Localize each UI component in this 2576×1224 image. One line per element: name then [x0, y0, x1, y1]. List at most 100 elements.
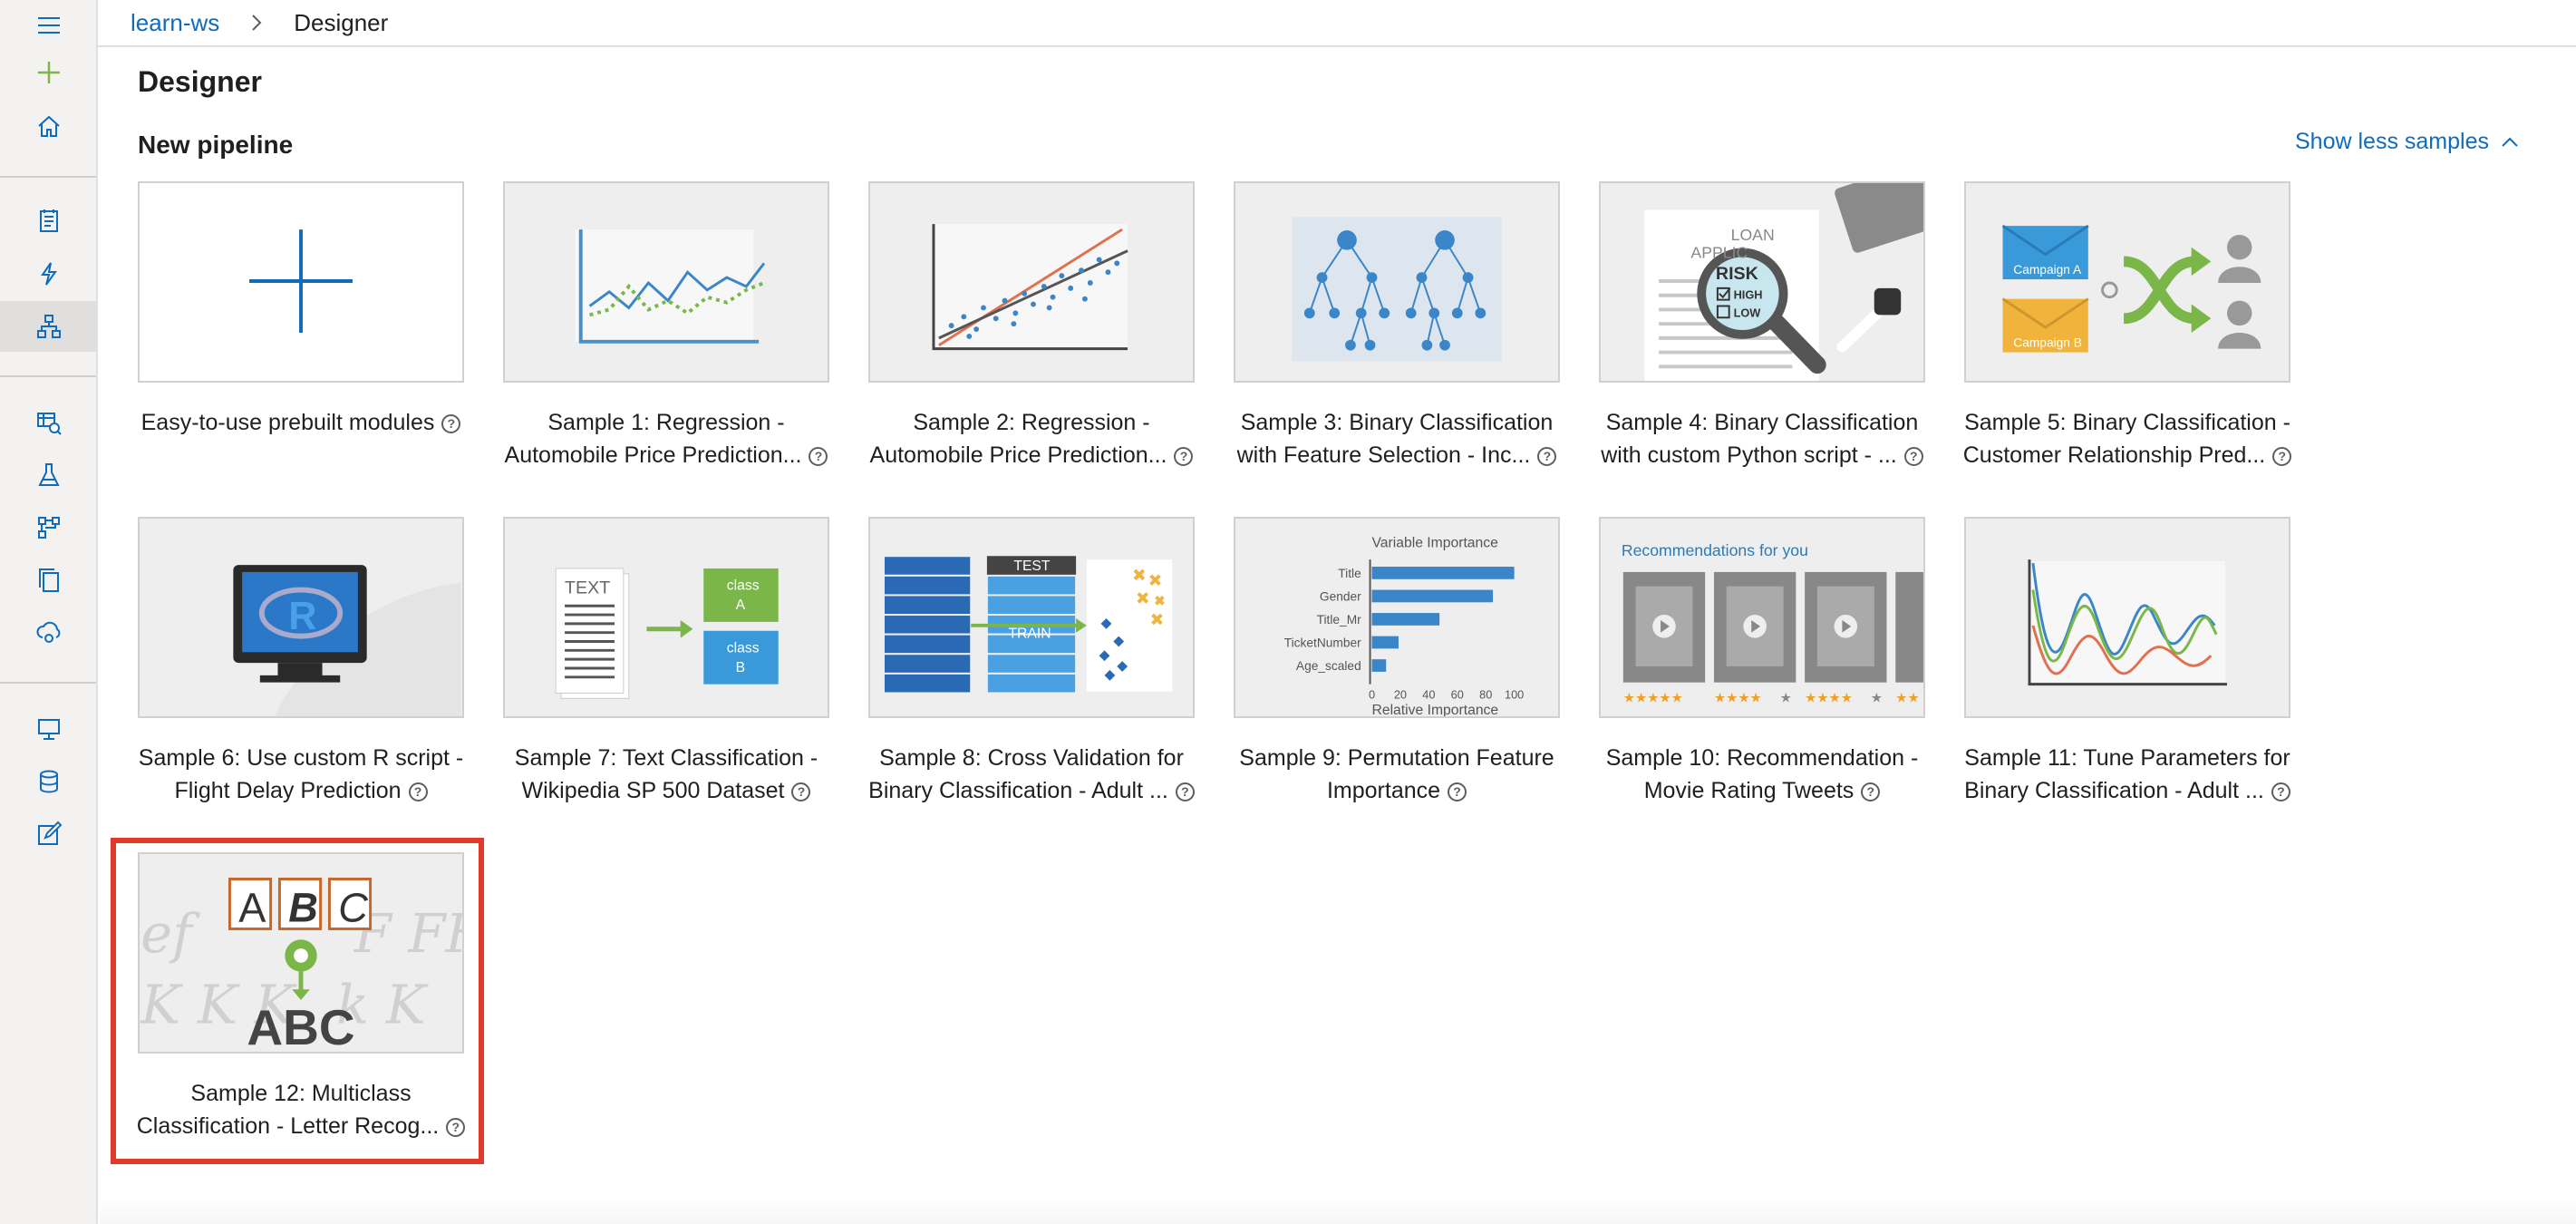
tile-caption: Sample 8: Cross Validation for Binary Cl…	[856, 742, 1207, 807]
tile-sample-11[interactable]: Sample 11: Tune Parameters for Binary Cl…	[1964, 517, 2290, 852]
tile-subtitle: with Feature Selection - Inc...	[1236, 442, 1531, 468]
tile-thumbnail: Recommendations for you ★★★★★ ★★★★ ★★★★ ★★ …	[1599, 517, 1925, 718]
plus-icon	[38, 62, 60, 83]
help-icon[interactable]: ?	[1448, 782, 1467, 801]
class-b-letter: B	[736, 660, 745, 675]
models-icon	[39, 568, 59, 592]
recommendation-thumbnail: Recommendations for you ★★★★★ ★★★★ ★★★★ ★★ …	[1622, 541, 1923, 705]
svg-text:★★★★: ★★★★	[1805, 691, 1853, 705]
tile-subtitle: Automobile Price Prediction...	[504, 442, 802, 468]
data-labeling-button[interactable]	[0, 809, 98, 860]
loan-text: LOAN	[1731, 226, 1775, 244]
menu-button[interactable]	[0, 0, 98, 51]
help-icon[interactable]: ?	[408, 782, 428, 801]
tile-prebuilt-modules[interactable]: Easy-to-use prebuilt modules?	[138, 181, 464, 517]
tile-caption: Sample 2: Regression - Automobile Price …	[856, 406, 1207, 471]
pipelines-button[interactable]	[0, 502, 98, 553]
tile-sample-8[interactable]: TEST TRAIN Sample 8: Cross Validation fo…	[868, 517, 1195, 852]
breadcrumb-workspace-link[interactable]: learn-ws	[131, 9, 219, 37]
tile-sample-9[interactable]: Variable Importance Title Gender Title_M…	[1234, 517, 1560, 852]
tile-subtitle: Flight Delay Prediction	[174, 778, 402, 803]
tile-title: Sample 11: Tune Parameters for	[1964, 745, 2290, 771]
tile-thumbnail	[1964, 517, 2290, 718]
section-title: New pipeline	[138, 131, 294, 159]
models-button[interactable]	[0, 555, 98, 606]
help-icon[interactable]: ?	[2271, 782, 2290, 801]
help-icon[interactable]: ?	[1175, 782, 1195, 801]
tile-sample-5[interactable]: Campaign A Campaign B Sample 5: Binary C…	[1962, 181, 2292, 517]
tile-sample-4[interactable]: LOAN APPLIC RISK HIGH LOW Sample 4: Bina…	[1599, 181, 1925, 517]
tile-thumbnail	[868, 181, 1195, 383]
svg-text:★★★★★: ★★★★★	[1623, 691, 1683, 705]
selection-highlight	[111, 838, 484, 1164]
tile-title: Sample 8: Cross Validation for	[879, 745, 1184, 771]
help-icon[interactable]: ?	[1174, 447, 1194, 466]
tile-sample-6[interactable]: R Sample 6: Use custom R script - Flight…	[138, 517, 464, 852]
help-icon[interactable]: ?	[791, 782, 811, 801]
help-icon[interactable]: ?	[441, 414, 461, 433]
tile-thumbnail	[1234, 181, 1560, 383]
train-label: TRAIN	[1008, 627, 1051, 642]
help-icon[interactable]: ?	[809, 447, 828, 466]
feature-label: Age_scaled	[1296, 659, 1361, 673]
compute-button[interactable]	[0, 704, 98, 754]
text-doc-label: TEXT	[565, 578, 610, 597]
high-text: HIGH	[1734, 288, 1763, 302]
labeling-icon	[38, 821, 63, 845]
tile-thumbnail: TEST TRAIN	[868, 517, 1195, 718]
loan-risk-thumbnail: LOAN APPLIC RISK HIGH LOW	[1644, 183, 1923, 381]
risk-text: RISK	[1716, 264, 1758, 284]
tile-subtitle: Customer Relationship Pred...	[1962, 442, 2266, 468]
help-icon[interactable]: ?	[1903, 447, 1923, 466]
class-b-label: class	[727, 640, 760, 656]
page-title: Designer	[138, 65, 262, 98]
tile-title: Sample 10: Recommendation -	[1605, 745, 1919, 771]
tile-subtitle: Wikipedia SP 500 Dataset	[521, 778, 785, 803]
tile-title: Sample 5: Binary Classification -	[1964, 410, 2290, 435]
tile-title: Sample 7: Text Classification -	[514, 745, 818, 771]
campaign-b-text: Campaign B	[2013, 336, 2082, 350]
home-icon	[38, 115, 60, 137]
tile-title: Sample 3: Binary Classification	[1240, 410, 1554, 435]
breadcrumb: learn-ws Designer	[98, 0, 2576, 47]
datastores-icon	[40, 770, 58, 793]
tile-sample-2[interactable]: Sample 2: Regression - Automobile Price …	[868, 181, 1195, 517]
tile-subtitle: Movie Rating Tweets	[1643, 778, 1855, 803]
rail-divider	[0, 375, 96, 377]
tile-subtitle: Binary Classification - Adult ...	[868, 778, 1168, 803]
datasets-icon	[37, 413, 62, 435]
datasets-button[interactable]	[0, 397, 98, 448]
cross-validation-thumbnail: TEST TRAIN	[883, 555, 1173, 695]
tile-sample-10[interactable]: Recommendations for you ★★★★★ ★★★★ ★★★★ ★★ …	[1599, 517, 1925, 852]
create-new-button[interactable]	[0, 47, 98, 98]
tile-thumbnail	[138, 181, 464, 383]
low-text: LOW	[1734, 306, 1762, 319]
tile-caption: Sample 9: Permutation Feature Importance…	[1221, 742, 1573, 807]
tile-sample-7[interactable]: TEXT class A class B Sample 7: Text Clas…	[503, 517, 829, 852]
automated-ml-button[interactable]	[0, 248, 98, 299]
datastores-button[interactable]	[0, 756, 98, 807]
notebooks-button[interactable]	[0, 196, 98, 247]
recommendations-title: Recommendations for you	[1622, 541, 1808, 559]
home-button[interactable]	[0, 102, 98, 152]
designer-button[interactable]	[0, 301, 98, 352]
help-icon[interactable]: ?	[1861, 782, 1881, 801]
campaign-a-text: Campaign A	[2013, 263, 2082, 277]
tile-sample-3[interactable]: Sample 3: Binary Classification with Fea…	[1234, 181, 1560, 517]
tile-thumbnail: TEXT class A class B	[503, 517, 829, 718]
class-a-letter: A	[736, 597, 746, 613]
svg-text:★★: ★★	[1895, 691, 1919, 705]
tune-parameters-thumbnail	[2028, 559, 2227, 686]
tile-sample-1[interactable]: Sample 1: Regression - Automobile Price …	[503, 181, 829, 517]
help-icon[interactable]: ?	[2272, 447, 2292, 466]
designer-icon	[37, 315, 61, 338]
help-icon[interactable]: ?	[1537, 447, 1557, 466]
show-less-samples-link[interactable]: Show less samples	[2295, 129, 2522, 155]
chevron-up-icon	[2502, 137, 2518, 147]
importance-tick: 80	[1479, 687, 1492, 701]
endpoints-button[interactable]	[0, 607, 98, 658]
rail-divider	[0, 176, 96, 178]
experiments-button[interactable]	[0, 450, 98, 500]
tile-title: Sample 6: Use custom R script -	[138, 745, 464, 771]
importance-tick: 60	[1451, 687, 1464, 701]
